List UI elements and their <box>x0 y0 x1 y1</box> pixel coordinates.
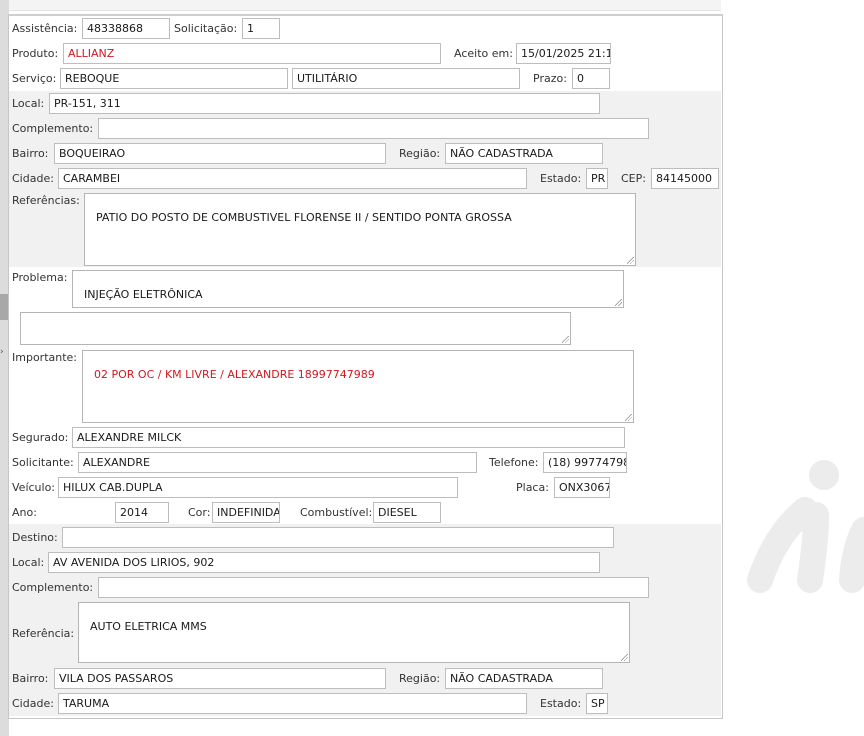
top-bar <box>9 0 721 11</box>
cep-label: CEP: <box>621 172 646 185</box>
referencias-textarea[interactable]: PATIO DO POSTO DE COMBUSTIVEL FLORENSE I… <box>84 193 636 266</box>
dest-referencia-label: Referência: <box>12 627 75 640</box>
combustivel-label: Combustível: <box>300 506 373 519</box>
local-field[interactable]: PR-151, 311 <box>49 93 600 114</box>
solicitacao-field[interactable]: 1 <box>242 18 280 39</box>
splitter-handle[interactable] <box>0 294 8 320</box>
ano-field[interactable]: 2014 <box>115 502 169 523</box>
cor-field[interactable]: INDEFINIDA <box>212 502 280 523</box>
watermark-logo <box>747 460 864 593</box>
servico-field[interactable]: REBOQUE <box>60 68 288 89</box>
resize-grip-icon[interactable] <box>625 414 632 421</box>
placa-label: Placa: <box>516 481 549 494</box>
dest-estado-label: Estado: <box>540 697 582 710</box>
importante-text: 02 POR OC / KM LIVRE / ALEXANDRE 1899774… <box>94 368 375 381</box>
problema-label: Problema: <box>12 271 68 284</box>
dest-bairro-field[interactable]: VILA DOS PASSAROS <box>54 668 386 689</box>
referencias-text: PATIO DO POSTO DE COMBUSTIVEL FLORENSE I… <box>96 211 512 224</box>
destino-label: Destino: <box>12 531 58 544</box>
referencias-label: Referências: <box>12 194 80 207</box>
dest-local-field[interactable]: AV AVENIDA DOS LIRIOS, 902 <box>48 552 600 573</box>
importante-textarea[interactable]: 02 POR OC / KM LIVRE / ALEXANDRE 1899774… <box>82 350 634 423</box>
aceito-field[interactable]: 15/01/2025 21:12 <box>516 43 611 64</box>
estado-field[interactable]: PR <box>586 168 608 189</box>
dest-estado-field[interactable]: SP <box>586 693 608 714</box>
dest-cidade-label: Cidade: <box>12 697 54 710</box>
assistencia-field[interactable]: 48338868 <box>82 18 170 39</box>
prazo-field[interactable]: 0 <box>572 68 610 89</box>
resize-grip-icon[interactable] <box>562 336 569 343</box>
dest-referencia-textarea[interactable]: AUTO ELETRICA MMS <box>78 602 630 663</box>
ano-label: Ano: <box>12 506 37 519</box>
resize-grip-icon[interactable] <box>615 299 622 306</box>
bairro-label: Bairro: <box>12 147 49 160</box>
assistencia-label: Assistência: <box>12 22 78 35</box>
servico-tipo-field[interactable]: UTILITÁRIO <box>292 68 520 89</box>
veiculo-label: Veículo: <box>12 481 56 494</box>
dest-local-label: Local: <box>12 556 45 569</box>
resize-grip-icon[interactable] <box>621 654 628 661</box>
telefone-label: Telefone: <box>489 456 539 469</box>
solicitacao-label: Solicitação: <box>174 22 238 35</box>
segurado-label: Segurado: <box>12 431 69 444</box>
servico-label: Serviço: <box>12 72 57 85</box>
cor-label: Cor: <box>188 506 211 519</box>
collapse-arrow-icon[interactable]: › <box>0 348 4 357</box>
cidade-field[interactable]: CARAMBEI <box>58 168 527 189</box>
produto-field[interactable]: ALLIANZ <box>63 43 441 64</box>
estado-label: Estado: <box>540 172 582 185</box>
resize-grip-icon[interactable] <box>627 257 634 264</box>
solicitante-label: Solicitante: <box>12 456 74 469</box>
dest-regiao-label: Região: <box>399 672 441 685</box>
extra-notes-textarea[interactable] <box>20 312 571 345</box>
local-label: Local: <box>12 97 45 110</box>
aceito-label: Aceito em: <box>454 47 513 60</box>
regiao-label: Região: <box>399 147 441 160</box>
dest-referencia-text: AUTO ELETRICA MMS <box>90 620 207 633</box>
complemento-field[interactable] <box>98 118 649 139</box>
placa-field[interactable]: ONX3067 <box>554 477 610 498</box>
problema-text: INJEÇÃO ELETRÔNICA <box>84 288 203 301</box>
cep-field[interactable]: 84145000 <box>651 168 719 189</box>
cidade-label: Cidade: <box>12 172 54 185</box>
solicitante-field[interactable]: ALEXANDRE <box>78 452 477 473</box>
importante-label: Importante: <box>12 351 78 364</box>
combustivel-field[interactable]: DIESEL <box>373 502 441 523</box>
bairro-field[interactable]: BOQUEIRAO <box>54 143 386 164</box>
prazo-label: Prazo: <box>533 72 567 85</box>
dest-regiao-field[interactable]: NÃO CADASTRADA <box>445 668 603 689</box>
dest-complemento-field[interactable] <box>98 577 649 598</box>
problema-textarea[interactable]: INJEÇÃO ELETRÔNICA <box>72 270 624 308</box>
complemento-label: Complemento: <box>12 122 94 135</box>
veiculo-field[interactable]: HILUX CAB.DUPLA <box>58 477 458 498</box>
dest-cidade-field[interactable]: TARUMA <box>58 693 527 714</box>
telefone-field[interactable]: (18) 997747989 <box>543 452 627 473</box>
segurado-field[interactable]: ALEXANDRE MILCK <box>72 427 625 448</box>
regiao-field[interactable]: NÃO CADASTRADA <box>445 143 603 164</box>
dest-complemento-label: Complemento: <box>12 581 94 594</box>
dest-bairro-label: Bairro: <box>12 672 49 685</box>
destino-field[interactable] <box>62 527 614 548</box>
produto-label: Produto: <box>12 47 59 60</box>
